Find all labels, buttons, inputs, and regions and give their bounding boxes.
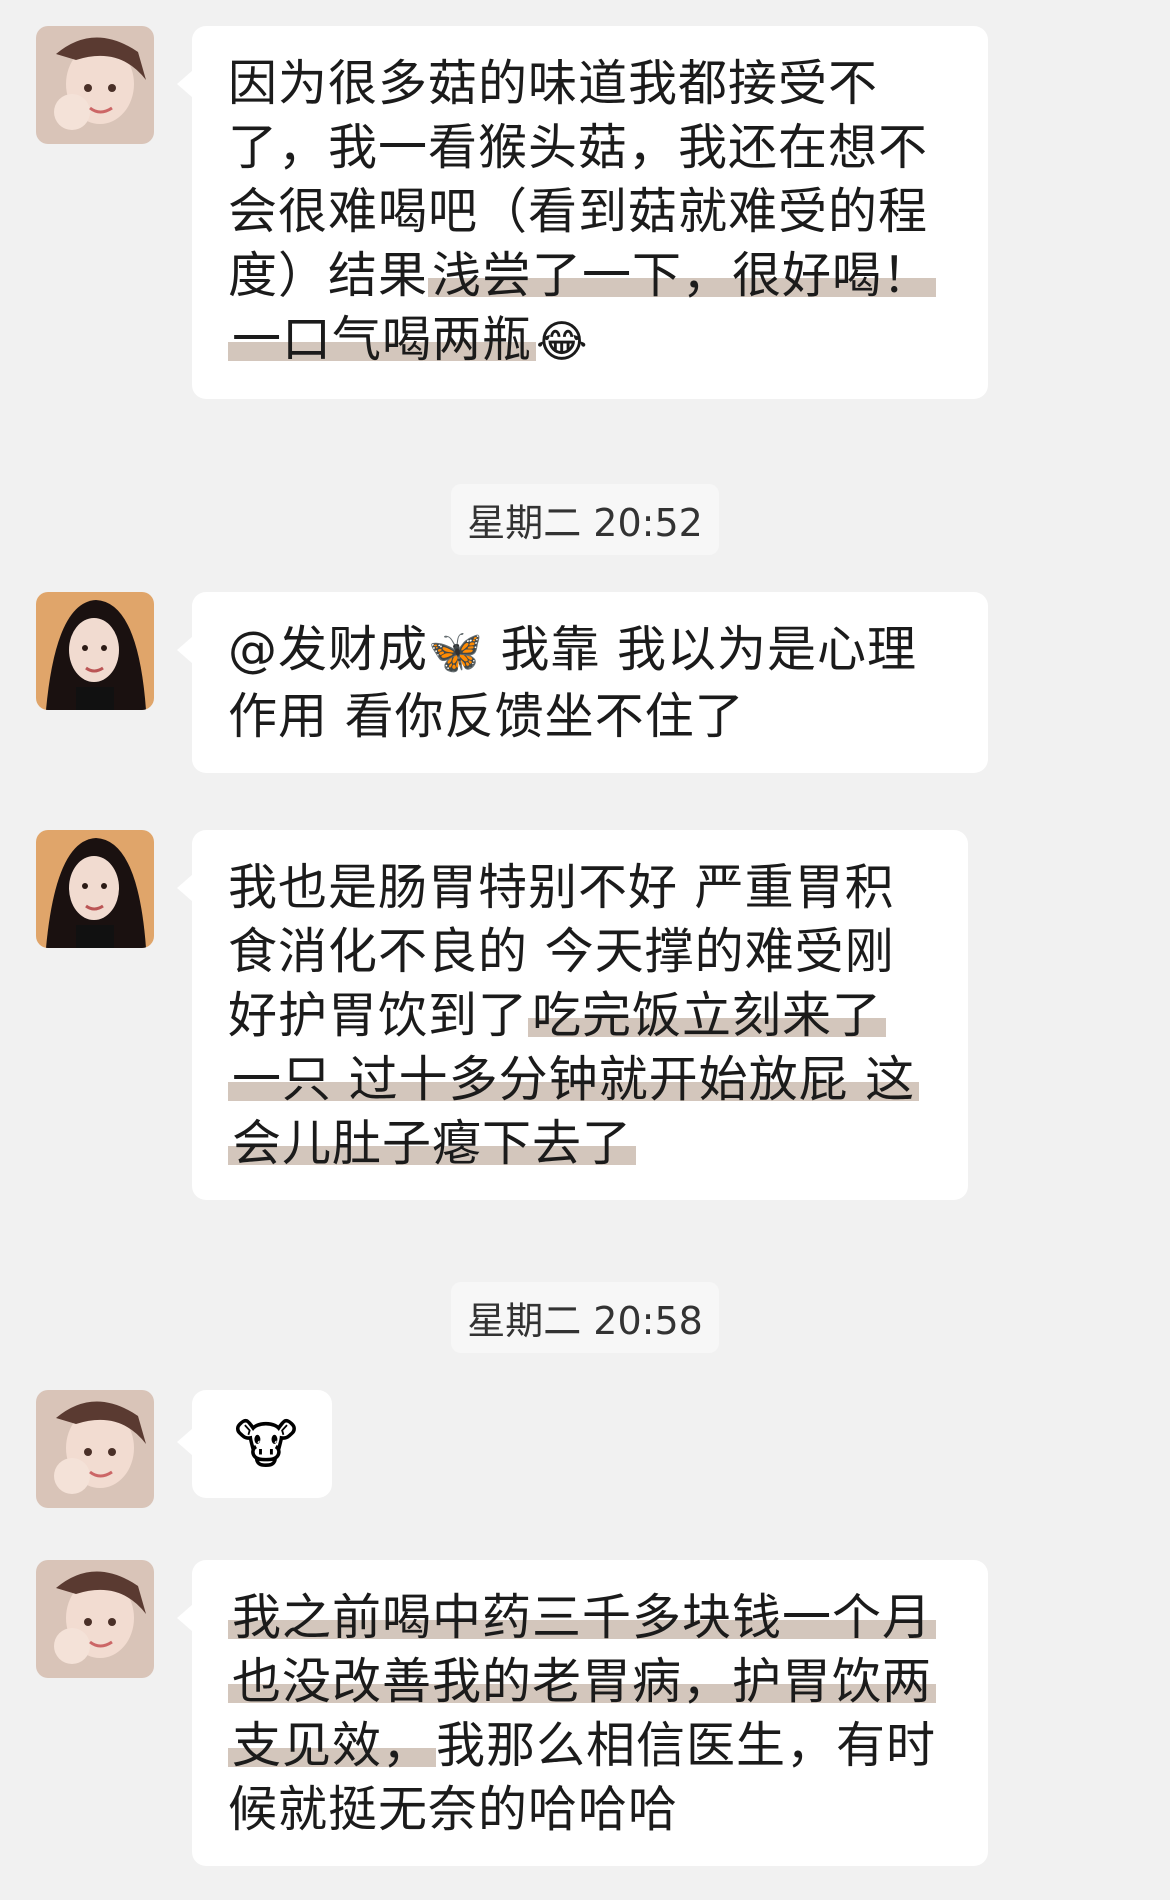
butterfly-emoji-icon: 🦋 — [428, 626, 484, 678]
avatar[interactable] — [36, 1560, 154, 1678]
avatar-photo-icon — [36, 26, 154, 144]
avatar-photo-icon — [36, 1560, 154, 1678]
message-bubble[interactable]: 因为很多菇的味道我都接受不了，我一看猴头菇，我还在想不会很难喝吧（看到菇就难受的… — [177, 26, 988, 399]
avatar[interactable] — [36, 1390, 154, 1508]
avatar[interactable] — [36, 26, 154, 144]
mention-text[interactable]: @发财成 — [228, 621, 428, 678]
emoji-message-bubble[interactable]: 🐮 — [177, 1390, 332, 1498]
laughing-emoji-icon: 😂 — [536, 316, 589, 368]
timestamp: 星期二 20:58 — [0, 1282, 1170, 1353]
message-bubble[interactable]: 我之前喝中药三千多块钱一个月也没改善我的老胃病，护胃饮两支见效，我那么相信医生，… — [177, 1560, 988, 1866]
message-bubble[interactable]: 我也是肠胃特别不好 严重胃积食消化不良的 今天撑的难受刚好护胃饮到了吃完饭立刻来… — [177, 830, 968, 1200]
cow-emoji-icon: 🐮 — [234, 1413, 298, 1476]
avatar-photo-icon — [36, 830, 154, 948]
avatar-photo-icon — [36, 1390, 154, 1508]
avatar[interactable] — [36, 592, 154, 710]
message-bubble[interactable]: @发财成🦋 我靠 我以为是心理作用 看你反馈坐不住了 — [177, 592, 988, 773]
timestamp: 星期二 20:52 — [0, 484, 1170, 555]
timestamp-label: 星期二 20:52 — [451, 484, 719, 555]
avatar-photo-icon — [36, 592, 154, 710]
avatar[interactable] — [36, 830, 154, 948]
timestamp-label: 星期二 20:58 — [451, 1282, 719, 1353]
chat-window: 因为很多菇的味道我都接受不了，我一看猴头菇，我还在想不会很难喝吧（看到菇就难受的… — [0, 0, 1170, 1900]
